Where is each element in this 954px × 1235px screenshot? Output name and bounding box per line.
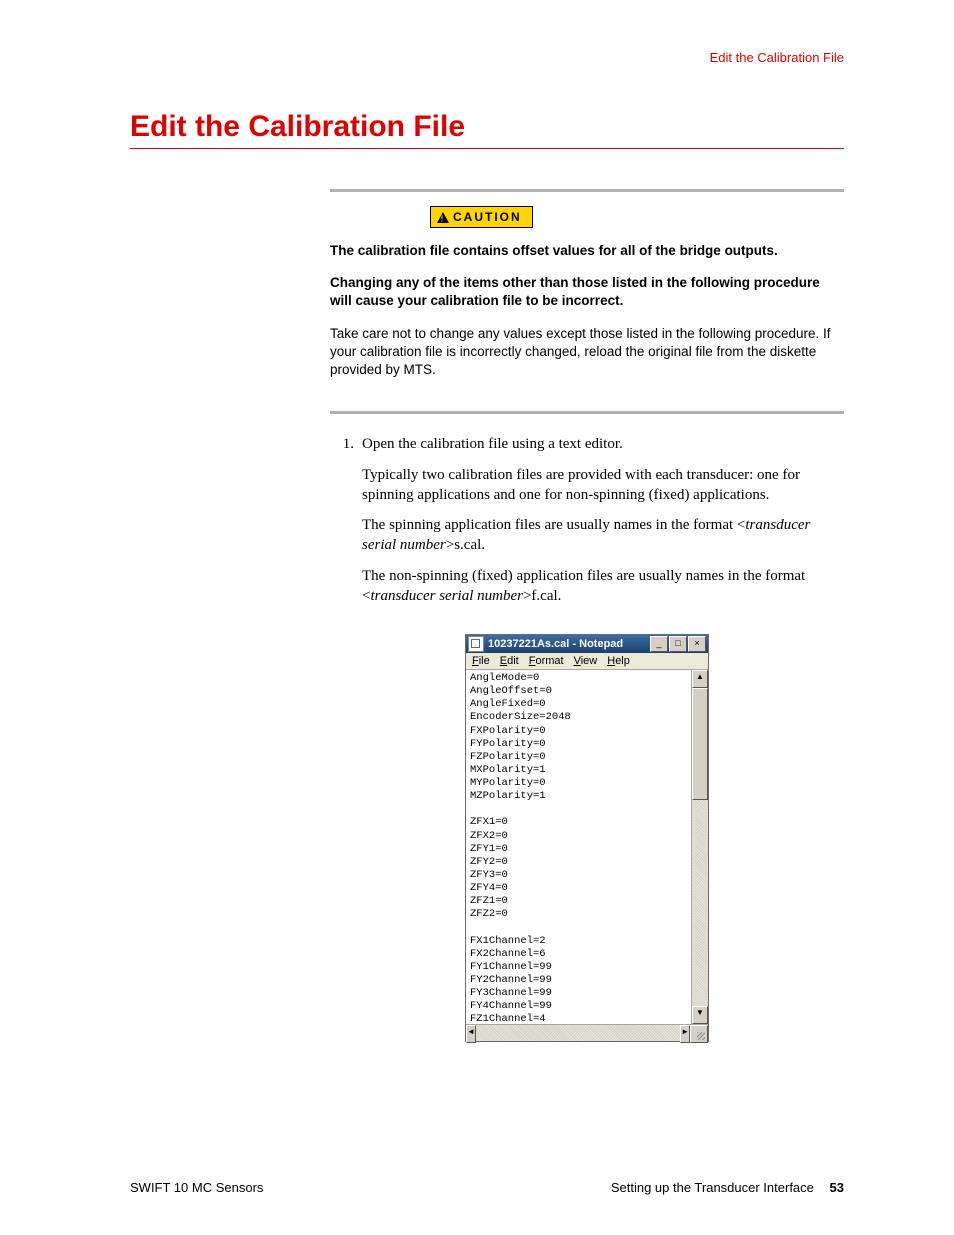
page-title: Edit the Calibration File <box>130 110 844 144</box>
content-column: ! CAUTION The calibration file contains o… <box>330 189 844 1042</box>
ordered-list: 1. Open the calibration file using a tex… <box>330 434 844 616</box>
page-footer: SWIFT 10 MC Sensors Setting up the Trans… <box>130 1180 844 1195</box>
scroll-right-button[interactable]: ► <box>680 1025 690 1043</box>
step-p3: The non-spinning (fixed) application fil… <box>362 566 844 607</box>
list-item: 1. Open the calibration file using a tex… <box>330 434 844 616</box>
warning-icon: ! <box>437 212 449 223</box>
close-button[interactable]: × <box>688 636 706 652</box>
notepad-menubar: File Edit Format View Help <box>466 653 708 670</box>
caution-label: ! CAUTION <box>430 206 533 228</box>
scroll-down-button[interactable]: ▼ <box>692 1006 708 1024</box>
svg-text:!: ! <box>441 215 446 224</box>
notepad-window: 10237221As.cal - Notepad _ □ × File Edit… <box>465 634 709 1042</box>
footer-left: SWIFT 10 MC Sensors <box>130 1180 263 1195</box>
footer-section: Setting up the Transducer Interface <box>611 1180 814 1195</box>
vertical-scrollbar[interactable]: ▲ ▼ <box>691 670 708 1024</box>
step-p1: Typically two calibration files are prov… <box>362 465 844 506</box>
step-lead: Open the calibration file using a text e… <box>362 436 623 452</box>
step-p3-ital: transducer serial number <box>370 588 523 604</box>
menu-file[interactable]: File <box>472 655 490 667</box>
notepad-title-text: 10237221As.cal - Notepad <box>488 638 649 650</box>
menu-format[interactable]: Format <box>529 655 564 667</box>
caution-bold-2: Changing any of the items other than tho… <box>330 274 844 310</box>
page-number: 53 <box>830 1180 844 1195</box>
caution-bold-1: The calibration file contains offset val… <box>330 242 844 260</box>
step-p2: The spinning application files are usual… <box>362 515 844 556</box>
caution-block: ! CAUTION The calibration file contains o… <box>330 189 844 414</box>
notepad-text-area[interactable]: AngleMode=0 AngleOffset=0 AngleFixed=0 E… <box>466 670 691 1024</box>
step-p3-b: >f.cal. <box>523 588 561 604</box>
minimize-button[interactable]: _ <box>650 636 668 652</box>
list-number: 1. <box>330 434 362 616</box>
step-p2-a: The spinning application files are usual… <box>362 517 745 533</box>
running-head: Edit the Calibration File <box>710 50 844 65</box>
menu-help[interactable]: Help <box>607 655 630 667</box>
horizontal-scrollbar[interactable]: ◄ ► <box>466 1024 708 1041</box>
step-sub: Typically two calibration files are prov… <box>362 465 844 607</box>
title-rule <box>130 148 844 149</box>
scroll-up-button[interactable]: ▲ <box>692 670 708 688</box>
hscroll-track[interactable] <box>476 1025 680 1041</box>
scroll-thumb[interactable] <box>692 688 708 800</box>
scroll-track[interactable] <box>692 800 708 1006</box>
notepad-icon <box>468 636 484 652</box>
notepad-client-area: AngleMode=0 AngleOffset=0 AngleFixed=0 E… <box>466 670 708 1024</box>
menu-edit[interactable]: Edit <box>500 655 519 667</box>
caution-body: Take care not to change any values excep… <box>330 325 844 380</box>
scroll-left-button[interactable]: ◄ <box>466 1025 476 1043</box>
footer-right: Setting up the Transducer Interface 53 <box>611 1180 844 1195</box>
notepad-titlebar[interactable]: 10237221As.cal - Notepad _ □ × <box>466 635 708 653</box>
caution-label-text: CAUTION <box>453 210 522 224</box>
maximize-button[interactable]: □ <box>669 636 687 652</box>
step-p2-b: >s.cal. <box>446 537 485 553</box>
resize-grip[interactable] <box>690 1025 708 1043</box>
menu-view[interactable]: View <box>574 655 598 667</box>
list-body: Open the calibration file using a text e… <box>362 434 844 616</box>
